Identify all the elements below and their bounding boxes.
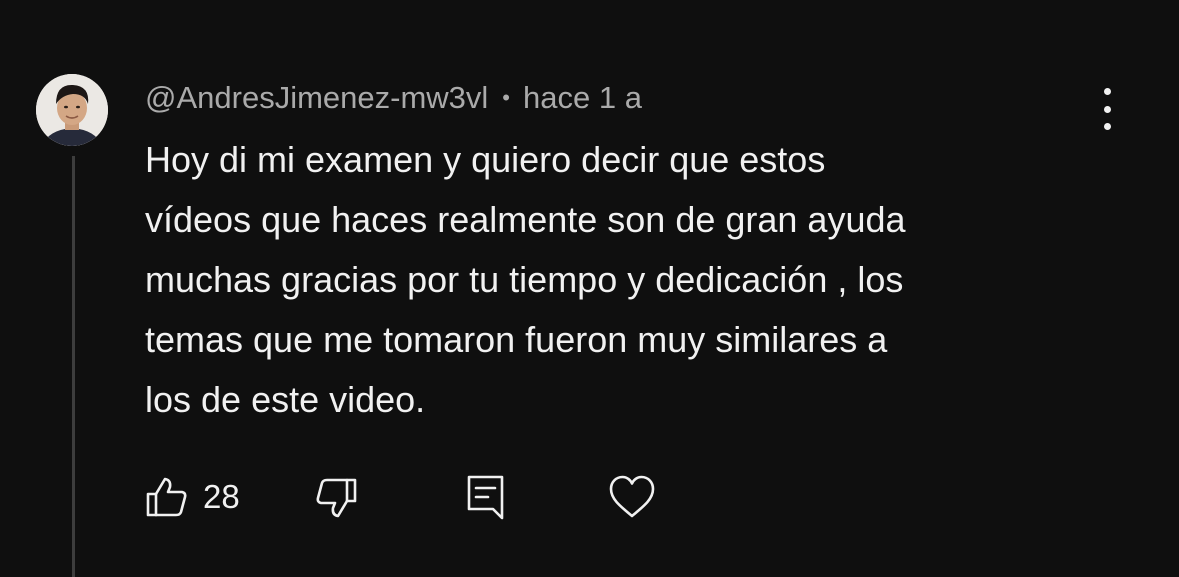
like-button[interactable]: 28 xyxy=(145,472,240,522)
reply-button[interactable] xyxy=(465,472,507,522)
like-count: 28 xyxy=(203,478,240,515)
separator-dot: • xyxy=(502,85,510,110)
thread-line xyxy=(72,156,75,577)
author-handle[interactable]: @AndresJimenez-mw3vl xyxy=(145,80,488,116)
thumbs-up-icon xyxy=(146,477,187,517)
timestamp[interactable]: hace 1 a xyxy=(523,80,642,116)
avatar[interactable] xyxy=(36,74,108,146)
reply-icon xyxy=(467,475,504,520)
heart-icon xyxy=(609,475,655,518)
dislike-button[interactable] xyxy=(313,472,359,522)
heart-button[interactable] xyxy=(608,472,656,522)
comment-text: Hoy di mi examen y quiero decir que esto… xyxy=(145,139,906,420)
comment-header: @AndresJimenez-mw3vl • hace 1 a xyxy=(145,78,642,118)
more-vertical-icon[interactable] xyxy=(1089,88,1125,130)
thumbs-down-icon xyxy=(316,478,357,518)
